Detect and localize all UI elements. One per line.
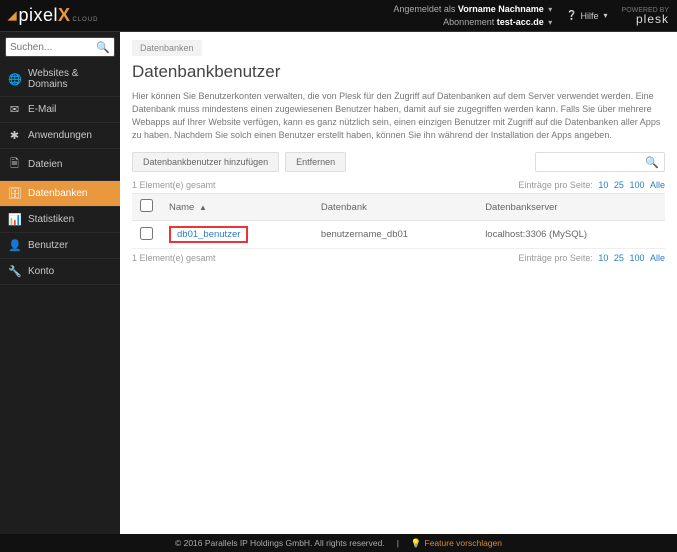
search-wrap: 🔍 (0, 32, 120, 62)
per-page-all[interactable]: Alle (650, 253, 665, 263)
logo-subtext: CLOUD (73, 17, 99, 23)
nav-label: Statistiken (28, 214, 74, 225)
footer-separator: | (397, 538, 399, 548)
nav-icon: 👤 (8, 239, 21, 252)
sidebar-item-dateien[interactable]: 🗎 Dateien (0, 149, 120, 181)
select-all-checkbox[interactable] (140, 199, 153, 212)
auth-sub-label: Abonnement (443, 17, 494, 27)
nav-icon: 📊 (8, 213, 21, 226)
powered-by: POWERED BY plesk (622, 6, 669, 26)
logo-text: pixelX (18, 5, 70, 26)
nav-label: Benutzer (28, 240, 68, 251)
sidebar-item-benutzer[interactable]: 👤 Benutzer (0, 233, 120, 259)
nav-list: 🌐 Websites & Domains ✉ E-Mail ✱ Anwendungen 🗎 D… (0, 62, 120, 285)
caret-down-icon: ▾ (604, 11, 608, 20)
sidebar-item-statistiken[interactable]: 📊 Statistiken (0, 207, 120, 233)
count-text: 1 Element(e) gesamt (132, 180, 216, 190)
sidebar-item-datenbanken[interactable]: 🗄 Datenbanken (0, 181, 120, 207)
nav-icon: ✱ (8, 129, 21, 142)
page-description: Hier können Sie Benutzerkonten verwalten… (132, 90, 665, 142)
brand-logo: ◢ pixelX CLOUD (8, 5, 99, 26)
nav-label: Dateien (28, 159, 62, 170)
auth-label: Angemeldet als (393, 4, 455, 14)
copyright: © 2016 Parallels IP Holdings GmbH. All r… (175, 538, 385, 548)
nav-icon: 🗄 (8, 187, 21, 200)
col-name[interactable]: Name ▲ (161, 194, 313, 221)
auth-account: test-acc.de (497, 17, 544, 27)
nav-icon: 🌐 (8, 73, 21, 86)
auth-block[interactable]: Angemeldet als Vorname Nachname ▾ Abonne… (393, 3, 552, 29)
logo-pre: pixel (18, 5, 58, 25)
nav-label: Websites & Domains (28, 68, 112, 90)
nav-label: Anwendungen (28, 130, 92, 141)
col-server[interactable]: Datenbankserver (477, 194, 665, 221)
row-server: localhost:3306 (MySQL) (477, 221, 665, 249)
help-menu[interactable]: ❔ Hilfe ▾ (566, 10, 607, 21)
sidebar-item-websites-domains[interactable]: 🌐 Websites & Domains (0, 62, 120, 97)
logo-mark-icon: ◢ (8, 9, 16, 22)
nav-label: E-Mail (28, 104, 56, 115)
powered-brand: plesk (636, 12, 669, 26)
sidebar-item-konto[interactable]: 🔧 Konto (0, 259, 120, 285)
nav-label: Konto (28, 266, 54, 277)
search-input[interactable] (10, 42, 96, 53)
footer: © 2016 Parallels IP Holdings GmbH. All r… (0, 534, 677, 552)
row-checkbox[interactable] (140, 227, 153, 240)
per-page-25[interactable]: 25 (614, 253, 624, 263)
per-page-10[interactable]: 10 (598, 180, 608, 190)
search-box[interactable]: 🔍 (5, 37, 115, 57)
add-user-button[interactable]: Datenbankbenutzer hinzufügen (132, 152, 279, 172)
col-name-label: Name (169, 202, 194, 213)
toolbar: Datenbankbenutzer hinzufügen Entfernen 🔍 (132, 152, 665, 172)
sort-asc-icon: ▲ (199, 203, 207, 212)
per-page-100[interactable]: 100 (629, 253, 644, 263)
search-icon[interactable]: 🔍 (96, 41, 110, 54)
caret-down-icon: ▾ (548, 18, 552, 27)
sidebar: 🔍 🌐 Websites & Domains ✉ E-Mail ✱ Anwendungen… (0, 32, 120, 534)
nav-icon: ✉ (8, 103, 21, 116)
help-label: Hilfe (581, 11, 599, 21)
page-title: Datenbankbenutzer (132, 62, 665, 82)
users-table: Name ▲ Datenbank Datenbankserver db01_be… (132, 193, 665, 249)
list-meta-bottom: 1 Element(e) gesamt Einträge pro Seite: … (132, 253, 665, 263)
user-link[interactable]: db01_benutzer (169, 226, 248, 243)
suggest-feature-link[interactable]: 💡 Feature vorschlagen (411, 538, 502, 549)
col-db[interactable]: Datenbank (313, 194, 477, 221)
nav-icon: 🔧 (8, 265, 21, 278)
logo-post: X (58, 5, 71, 25)
row-db: benutzername_db01 (313, 221, 477, 249)
pager-top: Einträge pro Seite: 10 25 100 Alle (518, 180, 665, 190)
per-page-all[interactable]: Alle (650, 180, 665, 190)
nav-icon: 🗎 (8, 155, 21, 174)
nav-label: Datenbanken (28, 188, 88, 199)
per-page-25[interactable]: 25 (614, 180, 624, 190)
list-meta-top: 1 Element(e) gesamt Einträge pro Seite: … (132, 180, 665, 190)
pager-bottom: Einträge pro Seite: 10 25 100 Alle (518, 253, 665, 263)
count-text-bottom: 1 Element(e) gesamt (132, 253, 216, 263)
per-page-100[interactable]: 100 (629, 180, 644, 190)
header-right: Angemeldet als Vorname Nachname ▾ Abonne… (393, 3, 669, 29)
filter-input[interactable]: 🔍 (535, 152, 665, 172)
breadcrumb[interactable]: Datenbanken (132, 40, 202, 56)
table-row: db01_benutzer benutzername_db01localhost:… (132, 221, 665, 249)
sidebar-item-e-mail[interactable]: ✉ E-Mail (0, 97, 120, 123)
top-header: ◢ pixelX CLOUD Angemeldet als Vorname Na… (0, 0, 677, 32)
suggest-feature-label: Feature vorschlagen (425, 538, 503, 548)
per-page-10[interactable]: 10 (598, 253, 608, 263)
auth-username: Vorname Nachname (458, 4, 544, 14)
caret-down-icon: ▾ (548, 5, 552, 14)
help-icon: ❔ (566, 10, 577, 21)
per-page-label: Einträge pro Seite: (518, 253, 593, 263)
per-page-label: Einträge pro Seite: (518, 180, 593, 190)
lightbulb-icon: 💡 (411, 538, 422, 549)
remove-button[interactable]: Entfernen (285, 152, 346, 172)
main-content: Datenbanken Datenbankbenutzer Hier könne… (120, 32, 677, 534)
sidebar-item-anwendungen[interactable]: ✱ Anwendungen (0, 123, 120, 149)
search-icon: 🔍 (645, 156, 659, 169)
